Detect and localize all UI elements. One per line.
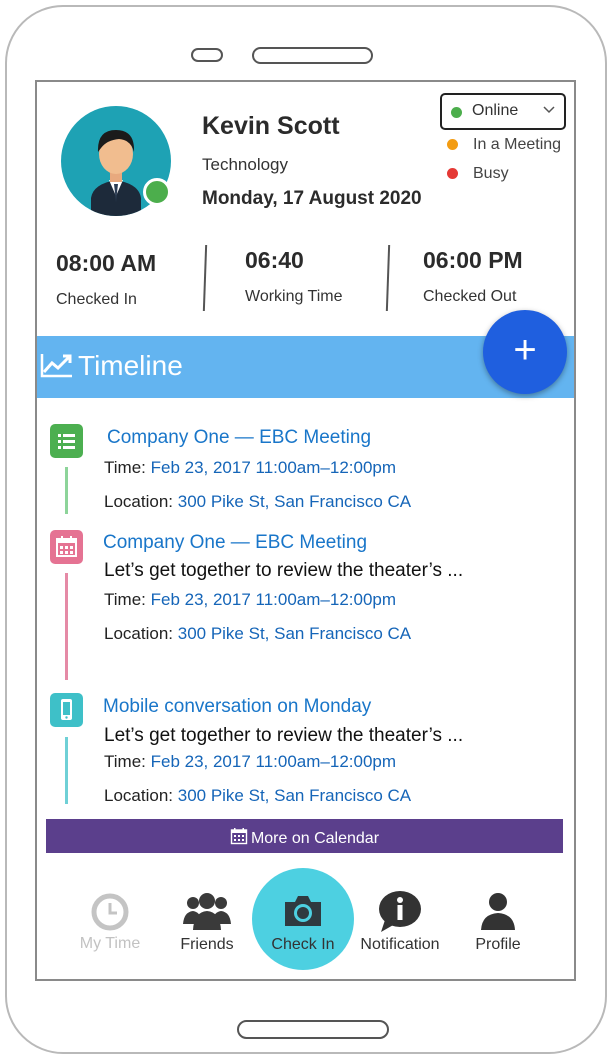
chevron-down-icon [543, 102, 555, 118]
event-location-value: 300 Pike St, San Francisco CA [177, 624, 412, 643]
event-title[interactable]: Mobile conversation on Monday [103, 696, 371, 718]
working-time-value: 06:40 [245, 247, 304, 273]
event-time: Time: Feb 23, 2017 11:00am–12:00pm [104, 752, 396, 772]
calendar-icon [230, 827, 248, 850]
earpiece-speaker [252, 47, 373, 64]
working-time-block: 06:40 Working Time [245, 247, 343, 306]
event-time-label: Time: [104, 458, 146, 477]
more-on-calendar-button[interactable]: More on Calendar [46, 819, 563, 853]
nav-label: Profile [475, 936, 521, 953]
event-time: Time: Feb 23, 2017 11:00am–12:00pm [104, 590, 396, 610]
more-on-calendar-label: More on Calendar [250, 830, 380, 847]
divider [202, 244, 208, 312]
checked-out-block: 06:00 PM Checked Out [423, 247, 523, 306]
checked-out-label: Checked Out [423, 288, 517, 305]
add-event-button[interactable]: + [483, 310, 567, 394]
nav-my-time[interactable]: My Time [70, 892, 150, 953]
status-dropdown[interactable]: Online [440, 93, 566, 130]
checked-out-time: 06:00 PM [423, 247, 523, 273]
event-location-value: 300 Pike St, San Francisco CA [177, 492, 412, 511]
event-time-value: Feb 23, 2017 11:00am–12:00pm [150, 590, 397, 609]
camera-icon [263, 890, 343, 937]
info-icon [352, 890, 448, 939]
event-location-value: 300 Pike St, San Francisco CA [177, 786, 412, 805]
online-dot-icon [451, 107, 462, 118]
event-mobile-icon [50, 693, 83, 727]
event-location: Location: 300 Pike St, San Francisco CA [104, 624, 411, 644]
home-button[interactable] [237, 1020, 389, 1039]
meeting-dot-icon [447, 139, 458, 150]
nav-label: Notification [360, 936, 440, 953]
event-time-label: Time: [104, 752, 146, 771]
app-screen: Kevin Scott Technology Monday, 17 August… [35, 80, 576, 981]
status-option-label: In a Meeting [473, 136, 562, 153]
plus-icon: + [513, 328, 537, 372]
person-icon [458, 890, 538, 937]
event-time-label: Time: [104, 590, 146, 609]
current-date: Monday, 17 August 2020 [202, 188, 422, 209]
timeline-connector [65, 467, 68, 514]
online-status-indicator [143, 178, 171, 206]
event-location-label: Location: [104, 492, 173, 511]
status-option-meeting[interactable]: In a Meeting [447, 136, 562, 154]
event-time: Time: Feb 23, 2017 11:00am–12:00pm [104, 458, 396, 478]
status-option-label: Busy [473, 165, 509, 182]
timeline-connector [65, 573, 68, 680]
nav-check-in[interactable]: Check In [263, 890, 343, 954]
trending-up-icon [40, 352, 74, 383]
nav-label: Friends [180, 936, 234, 953]
nav-profile[interactable]: Profile [458, 890, 538, 954]
timeline-connector [65, 737, 68, 804]
event-location: Location: 300 Pike St, San Francisco CA [104, 786, 411, 806]
event-title[interactable]: Company One — EBC Meeting [107, 427, 371, 449]
user-name: Kevin Scott [202, 112, 340, 140]
checked-in-block: 08:00 AM Checked In [56, 250, 156, 309]
event-location-label: Location: [104, 624, 173, 643]
group-icon [165, 890, 249, 937]
event-description: Let’s get together to review the theater… [104, 560, 464, 581]
event-title[interactable]: Company One — EBC Meeting [103, 532, 367, 554]
event-location: Location: 300 Pike St, San Francisco CA [104, 492, 411, 512]
event-time-value: Feb 23, 2017 11:00am–12:00pm [150, 458, 397, 477]
user-department: Technology [202, 155, 289, 174]
timeline-title: Timeline [78, 350, 183, 381]
camera-sensor [191, 48, 223, 62]
nav-label: Check In [271, 936, 335, 953]
status-option-busy[interactable]: Busy [447, 165, 509, 183]
event-time-value: Feb 23, 2017 11:00am–12:00pm [150, 752, 397, 771]
checked-in-time: 08:00 AM [56, 250, 157, 276]
checked-in-label: Checked In [56, 291, 137, 308]
nav-friends[interactable]: Friends [165, 890, 249, 954]
event-description: Let’s get together to review the theater… [104, 725, 464, 746]
nav-label: My Time [79, 935, 141, 952]
event-location-label: Location: [104, 786, 173, 805]
working-time-label: Working Time [245, 288, 343, 305]
event-list-icon [50, 424, 83, 458]
nav-notification[interactable]: Notification [352, 890, 448, 954]
event-calendar-icon [50, 530, 83, 564]
busy-dot-icon [447, 168, 458, 179]
status-selected-label: Online [472, 102, 519, 119]
clock-icon [70, 892, 150, 937]
divider [385, 244, 391, 312]
